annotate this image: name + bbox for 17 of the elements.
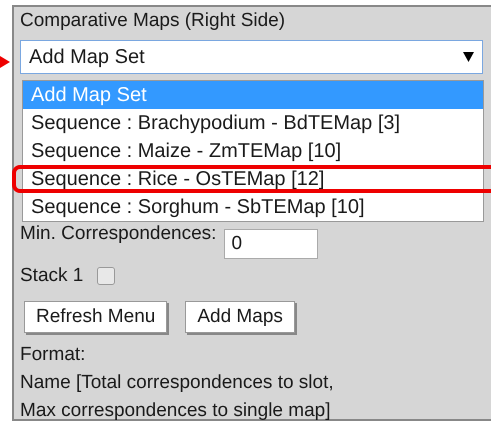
dropdown-option[interactable]: Sequence : Rice - OsTEMap [12] — [12, 165, 491, 193]
format-text: Format: — [20, 343, 86, 367]
stack-label: Stack 1 — [20, 265, 84, 287]
format-text: Max correspondences to single map] — [20, 399, 330, 422]
map-set-select[interactable]: Add Map Set — [20, 40, 483, 74]
dropdown-option[interactable]: Sequence : Maize - ZmTEMap [10] — [23, 137, 483, 165]
dropdown-option[interactable]: Sequence : Sorghum - SbTEMap [10] — [23, 193, 483, 221]
format-text: Name [Total correspondences to slot, — [20, 371, 334, 395]
add-maps-button[interactable]: Add Maps — [185, 301, 295, 333]
arrow-icon — [0, 56, 10, 68]
dropdown-option[interactable]: Sequence : Brachypodium - BdTEMap [3] — [23, 109, 483, 137]
dropdown-caret-icon — [463, 52, 474, 62]
min-correspondences-field[interactable]: 0 — [224, 229, 318, 259]
stack-checkbox[interactable] — [97, 267, 116, 285]
refresh-menu-button[interactable]: Refresh Menu — [24, 301, 168, 333]
panel-title: Comparative Maps (Right Side) — [20, 10, 286, 32]
min-correspondences-label: Min. Correspondences: — [20, 223, 216, 245]
